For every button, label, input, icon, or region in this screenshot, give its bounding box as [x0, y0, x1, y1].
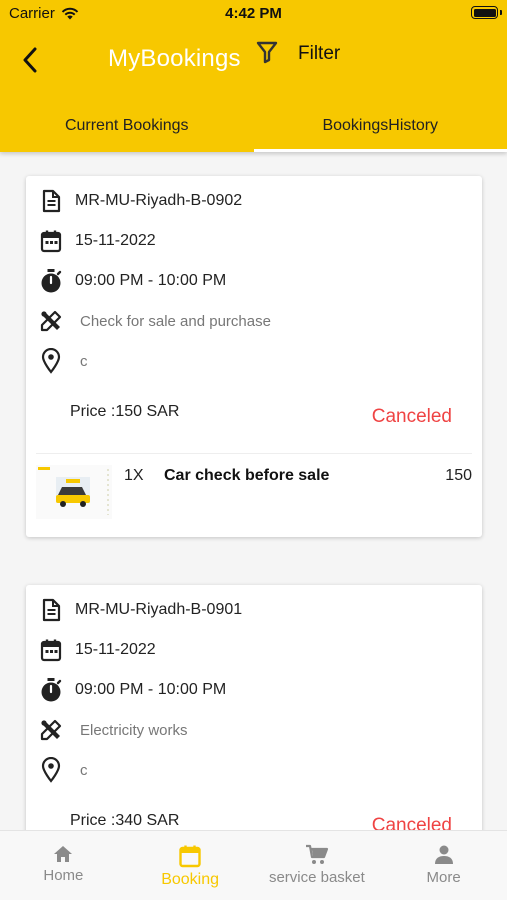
booking-item-row[interactable]: 1X Car check before sale 150 [36, 461, 472, 527]
nav-label: More [426, 869, 461, 886]
tools-icon [38, 308, 64, 334]
tab-bookings-history[interactable]: BookingsHistory [253, 100, 507, 152]
nav-item-home[interactable]: Home [0, 831, 127, 900]
booking-code: MR-MU-Riyadh-B-0901 [75, 601, 243, 618]
location-pin-icon [38, 757, 64, 783]
nav-label: service basket [268, 869, 365, 886]
app-header: Carrier 4:42 PM MyBookings Filter Curren… [0, 0, 507, 152]
booking-code-row: MR-MU-Riyadh-B-0902 [38, 187, 242, 215]
bookings-list[interactable]: MR-MU-Riyadh-B-0902 15-11-2022 09:00 PM … [0, 152, 507, 830]
filter-button[interactable]: Filter [256, 40, 340, 65]
tab-label: BookingsHistory [322, 117, 439, 134]
booking-status: Canceled [371, 406, 452, 427]
stopwatch-icon [38, 268, 64, 294]
booking-time: 09:00 PM - 10:00 PM [75, 272, 227, 289]
item-name: Car check before sale [164, 467, 330, 484]
booking-status: Canceled [371, 815, 452, 830]
booking-code-row: MR-MU-Riyadh-B-0901 [38, 596, 242, 624]
back-button[interactable] [14, 42, 46, 78]
calendar-icon [38, 228, 64, 254]
booking-date: 15-11-2022 [75, 232, 156, 249]
home-icon [54, 846, 73, 862]
booking-location: c [80, 352, 88, 370]
tab-label: Current Bookings [64, 117, 189, 134]
booking-location: c [80, 761, 88, 779]
booking-time-row: 09:00 PM - 10:00 PM [38, 267, 226, 295]
booking-card[interactable]: MR-MU-Riyadh-B-0902 15-11-2022 09:00 PM … [26, 176, 482, 537]
calendar-icon [179, 845, 201, 868]
document-icon [38, 597, 64, 623]
booking-location-row: c [38, 347, 88, 375]
battery-tip [500, 10, 502, 15]
filter-icon [256, 41, 278, 64]
nav-label: Booking [161, 871, 220, 888]
tab-indicator-selected [253, 149, 507, 152]
nav-item-service-basket[interactable]: service basket [254, 831, 381, 900]
calendar-icon [38, 637, 64, 663]
booking-service: Check for sale and purchase [80, 312, 271, 330]
battery-icon [471, 6, 498, 19]
booking-tabs: Current Bookings BookingsHistory [0, 100, 507, 152]
tools-icon [38, 717, 64, 743]
nav-label: Home [43, 867, 84, 884]
location-pin-icon [38, 348, 64, 374]
booking-time-row: 09:00 PM - 10:00 PM [38, 676, 226, 704]
clock: 4:42 PM [225, 5, 282, 22]
person-icon [434, 845, 453, 864]
booking-date-row: 15-11-2022 [38, 227, 156, 255]
booking-price: Price :340 SAR [70, 812, 180, 829]
tab-current-bookings[interactable]: Current Bookings [0, 100, 254, 152]
page-title: MyBookings [108, 45, 241, 72]
booking-card[interactable]: MR-MU-Riyadh-B-0901 15-11-2022 09:00 PM … [26, 585, 482, 830]
bottom-navigation: Home Booking service basket More [0, 830, 507, 900]
cart-icon [305, 844, 328, 864]
tab-indicator [0, 149, 254, 152]
item-quantity: 1X [124, 467, 144, 484]
booking-price: Price :150 SAR [70, 403, 180, 420]
service-thumbnail [36, 465, 112, 519]
booking-service-row: Check for sale and purchase [38, 307, 271, 335]
booking-service: Electricity works [80, 721, 188, 739]
nav-item-booking[interactable]: Booking [127, 831, 254, 900]
document-icon [38, 188, 64, 214]
stopwatch-icon [38, 677, 64, 703]
booking-date-row: 15-11-2022 [38, 636, 156, 664]
chevron-left-icon [23, 47, 37, 73]
booking-time: 09:00 PM - 10:00 PM [75, 681, 227, 698]
booking-date: 15-11-2022 [75, 641, 156, 658]
nav-item-more[interactable]: More [380, 831, 507, 900]
status-bar: Carrier 4:42 PM [0, 0, 507, 30]
divider [36, 453, 472, 454]
filter-label: Filter [298, 43, 341, 64]
booking-code: MR-MU-Riyadh-B-0902 [75, 192, 243, 209]
item-price: 150 [445, 467, 472, 484]
booking-location-row: c [38, 756, 88, 784]
booking-service-row: Electricity works [38, 716, 188, 744]
